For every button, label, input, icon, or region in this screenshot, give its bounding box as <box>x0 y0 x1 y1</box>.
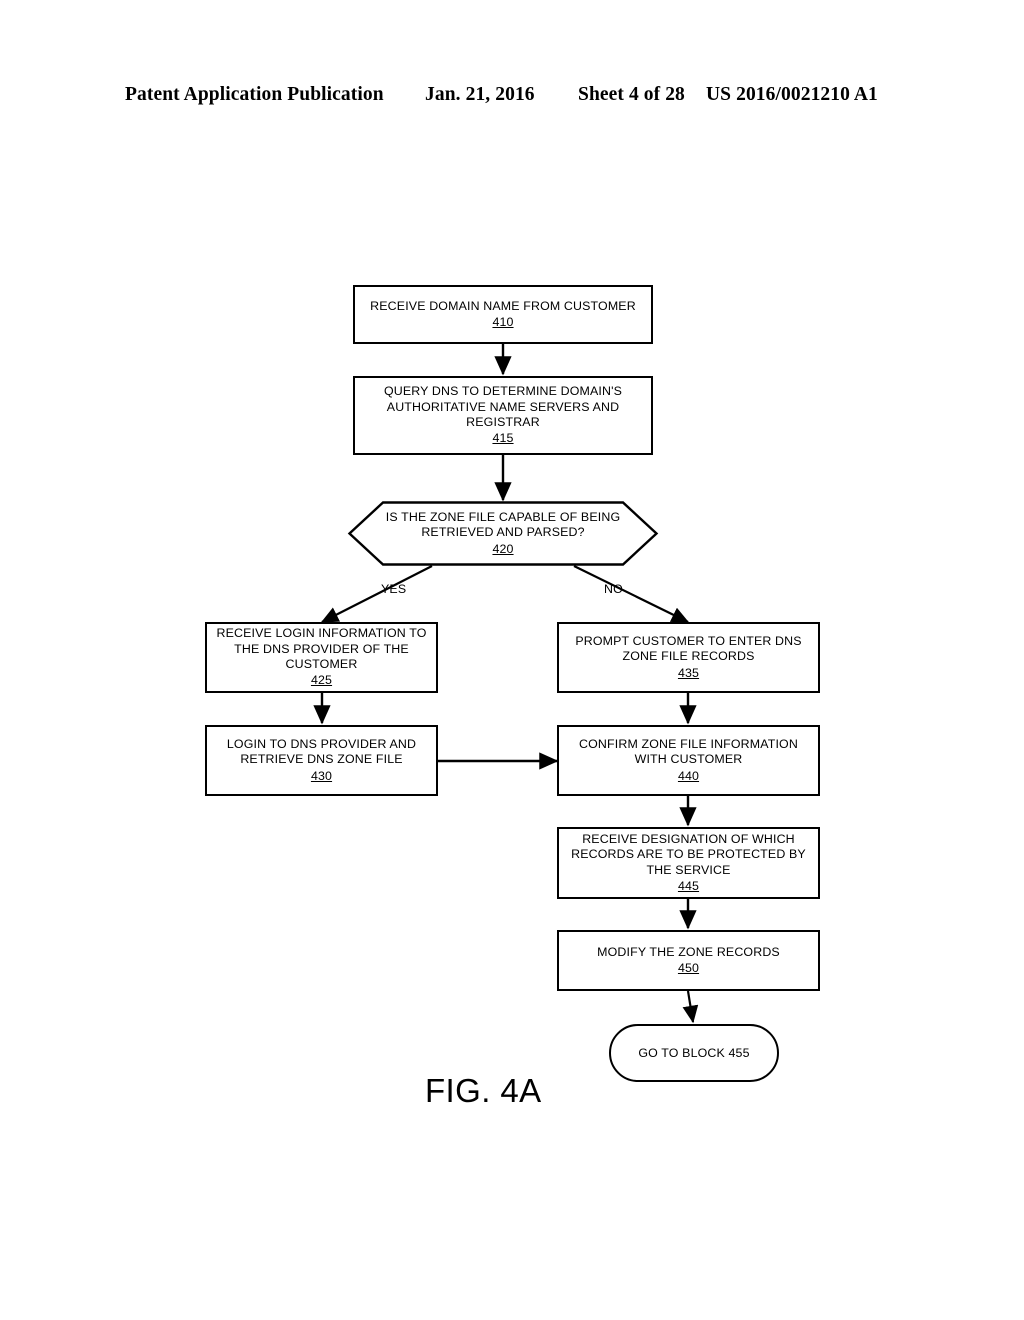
flow-node-425-ref: 425 <box>310 673 333 688</box>
flow-node-435-text: PROMPT CUSTOMER TO ENTER DNS ZONE FILE R… <box>575 633 802 664</box>
flow-node-430-text: LOGIN TO DNS PROVIDER AND RETRIEVE DNS Z… <box>226 736 417 767</box>
edge-420-435-no <box>573 565 690 623</box>
branch-label-yes: YES <box>381 582 407 596</box>
flow-node-425-text: RECEIVE LOGIN INFORMATION TO THE DNS PRO… <box>216 626 427 671</box>
figure-caption: FIG. 4A <box>425 1072 542 1109</box>
flow-node-450-text: MODIFY THE ZONE RECORDS <box>597 944 780 959</box>
flow-node-445-text: RECEIVE DESIGNATION OF WHICH RECORDS ARE… <box>571 831 806 877</box>
flow-node-415-text: QUERY DNS TO DETERMINE DOMAIN'S AUTHORIT… <box>383 384 623 429</box>
flow-node-440-ref: 440 <box>677 768 700 783</box>
flow-node-455-terminal[interactable]: GO TO BLOCK 455 <box>609 1024 779 1082</box>
flow-node-450-ref: 450 <box>677 961 700 975</box>
flow-node-420-text: IS THE ZONE FILE CAPABLE OF BEING RETRIE… <box>385 509 621 540</box>
flow-node-425[interactable]: RECEIVE LOGIN INFORMATION TO THE DNS PRO… <box>205 622 438 693</box>
flow-node-410-text: RECEIVE DOMAIN NAME FROM CUSTOMER <box>370 298 636 313</box>
flow-node-435[interactable]: PROMPT CUSTOMER TO ENTER DNS ZONE FILE R… <box>557 622 820 693</box>
flow-node-410[interactable]: RECEIVE DOMAIN NAME FROM CUSTOMER 410 <box>353 285 653 344</box>
flow-node-415[interactable]: QUERY DNS TO DETERMINE DOMAIN'S AUTHORIT… <box>353 376 653 455</box>
flow-node-445[interactable]: RECEIVE DESIGNATION OF WHICH RECORDS ARE… <box>557 827 820 899</box>
flow-node-440-text: CONFIRM ZONE FILE INFORMATION WITH CUSTO… <box>579 736 798 767</box>
flow-node-435-ref: 435 <box>677 665 700 680</box>
flow-node-430-ref: 430 <box>310 768 333 783</box>
flow-node-420-ref: 420 <box>492 541 514 556</box>
flowchart: RECEIVE DOMAIN NAME FROM CUSTOMER 410 QU… <box>0 0 1024 1320</box>
edge-450-455 <box>682 990 699 1024</box>
flow-node-455-text: GO TO BLOCK 455 <box>638 1046 750 1060</box>
flow-node-450[interactable]: MODIFY THE ZONE RECORDS 450 <box>557 930 820 991</box>
flow-node-410-ref: 410 <box>492 315 514 329</box>
flow-node-430[interactable]: LOGIN TO DNS PROVIDER AND RETRIEVE DNS Z… <box>205 725 438 796</box>
flow-node-420[interactable]: IS THE ZONE FILE CAPABLE OF BEING RETRIE… <box>348 501 658 566</box>
flow-node-445-ref: 445 <box>677 878 700 893</box>
branch-label-no: NO <box>604 582 623 596</box>
edge-420-425-yes <box>320 565 433 623</box>
flowchart-connectors <box>313 344 699 1024</box>
flow-node-440[interactable]: CONFIRM ZONE FILE INFORMATION WITH CUSTO… <box>557 725 820 796</box>
flow-node-415-ref: 415 <box>492 431 514 446</box>
